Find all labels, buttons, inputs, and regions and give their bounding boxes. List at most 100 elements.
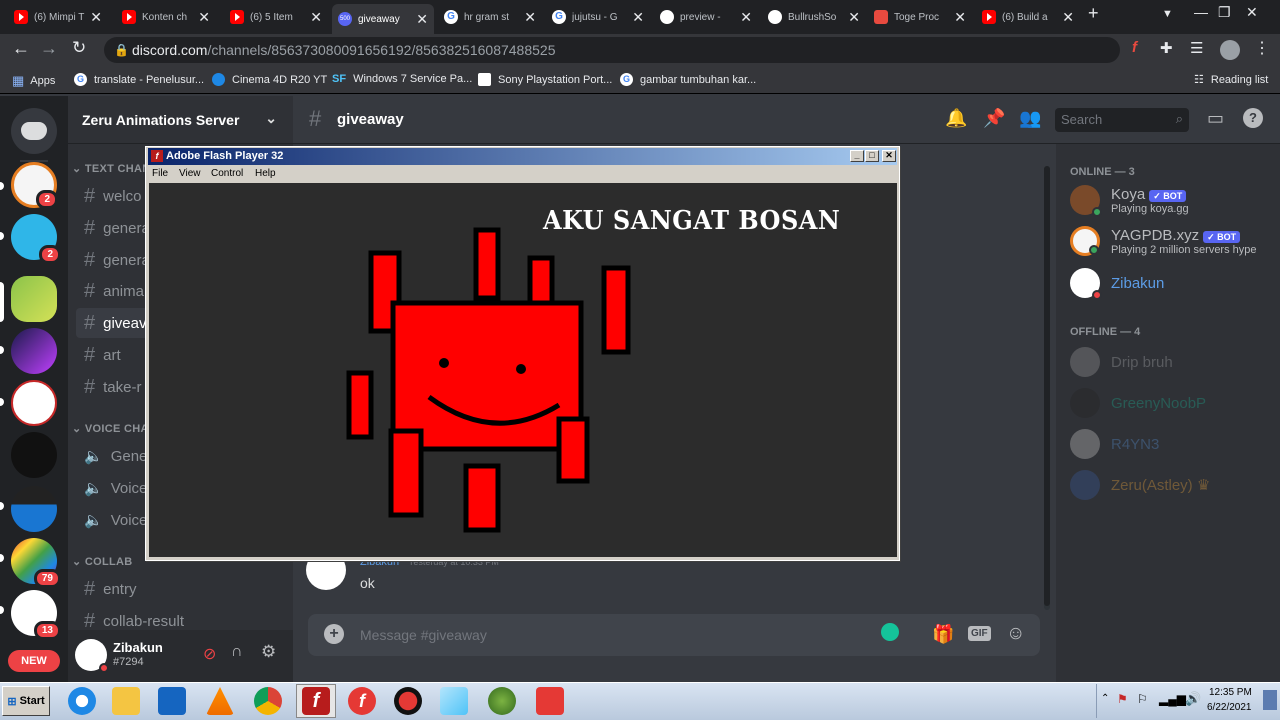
tab-close-icon[interactable]: ✕ (954, 9, 966, 26)
inbox-icon[interactable]: ▭ (1207, 108, 1224, 129)
close-window-icon[interactable]: ✕ (1246, 4, 1258, 21)
server-icon[interactable]: 79 (11, 538, 61, 588)
profile-avatar[interactable] (1220, 40, 1240, 60)
channel-item[interactable]: # entry (76, 574, 286, 604)
chat-scrollbar[interactable] (1044, 166, 1050, 610)
network-error-icon[interactable]: ⚑ (1117, 692, 1128, 706)
start-button[interactable]: ⊞ Start (2, 686, 50, 716)
member-item-offline[interactable]: Zeru(Astley) ♛ (1070, 470, 1210, 500)
tab-close-icon[interactable]: ✕ (416, 11, 428, 28)
action-center-icon[interactable]: ⚐ (1137, 692, 1148, 706)
upload-plus-icon[interactable]: + (324, 624, 344, 644)
taskbar-vlc[interactable] (200, 684, 240, 718)
menu-view[interactable]: View (179, 168, 201, 179)
bookmark-item[interactable]: Cinema 4D R20 YT (212, 73, 327, 86)
server-icon[interactable]: 2 (11, 162, 58, 209)
menu-help[interactable]: Help (255, 168, 276, 179)
reload-icon[interactable]: ↻ (72, 38, 86, 58)
tab-close-icon[interactable]: ✕ (524, 9, 536, 26)
gif-button[interactable]: GIF (968, 626, 991, 641)
browser-tab[interactable]: Konten ch ✕ (116, 4, 216, 30)
tray-expand-icon[interactable]: ⌃ (1101, 693, 1109, 704)
notification-bell-icon[interactable]: 🔔 (945, 108, 967, 129)
taskbar-explorer[interactable] (106, 684, 146, 718)
taskbar-chrome[interactable] (248, 684, 288, 718)
discord-home-button[interactable] (11, 108, 57, 154)
media-icon[interactable]: ☰ (1190, 39, 1203, 57)
pin-icon[interactable]: 📌 (983, 108, 1005, 129)
server-icon[interactable] (11, 486, 57, 532)
browser-tab[interactable]: (6) Mimpi T ✕ (8, 4, 108, 30)
taskbar-flash[interactable]: f (342, 684, 382, 718)
member-item[interactable]: Koya ✓ BOT Playing koya.gg (1070, 185, 1189, 217)
bookmark-item[interactable]: Sony Playstation Port... (478, 73, 612, 86)
server-icon-selected[interactable] (11, 276, 57, 322)
bookmark-item[interactable]: Gtranslate - Penelusur... (74, 73, 204, 86)
new-tab-icon[interactable]: + (1088, 3, 1099, 24)
bookmark-item[interactable]: Ggambar tumbuhan kar... (620, 73, 756, 86)
flash-close-button[interactable]: ✕ (882, 150, 896, 162)
back-icon[interactable]: ← (12, 38, 30, 59)
category-collab[interactable]: ⌄ COLLAB (72, 555, 133, 568)
server-icon[interactable] (11, 380, 57, 426)
menu-dots-icon[interactable]: ⋮ (1254, 38, 1270, 58)
member-item[interactable]: Zibakun (1070, 268, 1164, 300)
signal-icon[interactable]: ▂▄▆ (1159, 692, 1186, 706)
menu-file[interactable]: File (152, 168, 168, 179)
volume-icon[interactable]: 🔊 (1185, 691, 1201, 707)
taskbar-app[interactable] (530, 684, 570, 718)
clock-date[interactable]: 6/22/2021 (1207, 702, 1252, 713)
flash-title-bar[interactable]: f Adobe Flash Player 32 (148, 148, 897, 165)
browser-tab[interactable]: (6) 5 Item ✕ (224, 4, 328, 30)
tab-close-icon[interactable]: ✕ (632, 9, 644, 26)
category-voice-channels[interactable]: ⌄ VOICE CHA (72, 422, 149, 435)
extensions-icon[interactable]: ✚ (1160, 39, 1173, 57)
member-item-offline[interactable]: GreenyNoobP (1070, 388, 1206, 418)
tab-close-icon[interactable]: ✕ (90, 9, 102, 26)
flash-maximize-button[interactable]: □ (865, 150, 879, 162)
member-item[interactable]: YAGPDB.xyz ✓ BOT Playing 2 million servers… (1070, 226, 1257, 256)
server-header[interactable]: Zeru Animations Server ⌄ (68, 96, 293, 144)
tab-close-icon[interactable]: ✕ (1062, 9, 1074, 26)
server-icon[interactable]: 2 (11, 214, 61, 264)
scrollbar-thumb[interactable] (1044, 166, 1050, 606)
new-unreads-pill[interactable]: NEW (8, 650, 60, 672)
member-item-offline[interactable]: Drip bruh (1070, 347, 1173, 377)
browser-tab[interactable]: BullrushSo ✕ (762, 4, 866, 30)
message-input[interactable]: + Message #giveaway 🎁 GIF ☺ (308, 614, 1040, 656)
menu-control[interactable]: Control (211, 168, 243, 179)
tab-search-icon[interactable]: ▼ (1162, 8, 1173, 20)
taskbar-app[interactable] (434, 684, 474, 718)
search-input[interactable]: Search ⌕ (1055, 108, 1189, 132)
address-bar[interactable]: 🔒 discord.com/channels/85637308009165619… (104, 37, 1120, 63)
tab-close-icon[interactable]: ✕ (198, 9, 210, 26)
browser-tab[interactable]: Gjujutsu - G ✕ (546, 4, 650, 30)
tab-close-icon[interactable]: ✕ (848, 9, 860, 26)
member-item-offline[interactable]: R4YN3 (1070, 429, 1159, 459)
bookmark-item[interactable]: SF Windows 7 Service Pa... (332, 73, 472, 85)
browser-tab-active[interactable]: 500 giveaway ✕ (332, 4, 434, 34)
forward-icon[interactable]: → (40, 38, 58, 59)
reading-list[interactable]: ☷ Reading list (1194, 73, 1268, 87)
user-avatar[interactable] (75, 639, 109, 673)
gift-icon[interactable]: 🎁 (932, 624, 954, 645)
show-desktop-button[interactable] (1263, 690, 1277, 710)
headphones-icon[interactable]: ∩ (231, 643, 243, 661)
flash-stage[interactable]: AKU SANGAT BOSAN (149, 183, 897, 557)
mute-mic-icon[interactable]: ⊘ (203, 644, 216, 664)
minimize-icon[interactable]: — (1194, 4, 1208, 20)
restore-icon[interactable]: ❐ (1218, 4, 1231, 21)
flash-extension-icon[interactable]: f (1132, 39, 1137, 56)
browser-tab[interactable]: preview - ✕ (654, 4, 758, 30)
help-icon[interactable]: ? (1243, 108, 1263, 128)
emoji-icon[interactable]: ☺ (1006, 623, 1025, 645)
category-text-channels[interactable]: ⌄ TEXT CHAN (72, 162, 151, 175)
server-icon[interactable] (11, 432, 57, 478)
tab-close-icon[interactable]: ✕ (740, 9, 752, 26)
bookmark-apps[interactable]: ▦ Apps (12, 73, 55, 89)
clock-time[interactable]: 12:35 PM (1209, 687, 1252, 698)
server-icon[interactable]: 13 (11, 590, 61, 640)
browser-tab[interactable]: Ghr gram st ✕ (438, 4, 542, 30)
grammarly-icon[interactable] (881, 623, 899, 641)
browser-tab[interactable]: (6) Build a ✕ (976, 4, 1080, 30)
